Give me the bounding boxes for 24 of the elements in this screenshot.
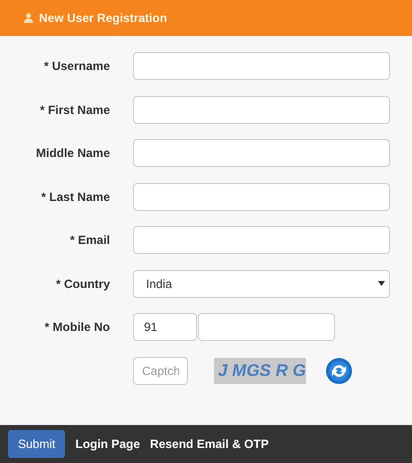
refresh-icon[interactable] <box>326 358 352 384</box>
captcha-image: J MGS R G <box>214 358 306 384</box>
footer-link[interactable]: Resend Email & OTP <box>150 437 269 451</box>
submit-button[interactable]: Submit <box>8 430 66 458</box>
footer-link[interactable]: Login Page <box>75 437 140 451</box>
input-field[interactable] <box>133 139 390 167</box>
captcha-field[interactable]: Captch <box>133 356 188 384</box>
field-label: * Mobile No <box>44 320 110 334</box>
input-field[interactable] <box>133 182 390 210</box>
caret-icon <box>378 281 385 286</box>
user-icon <box>24 13 33 23</box>
input-field[interactable] <box>133 52 390 80</box>
field-label: * Email <box>68 233 110 247</box>
field-label: Middle Name <box>34 146 110 160</box>
input-field[interactable] <box>133 96 390 124</box>
input-field[interactable] <box>133 226 390 254</box>
field-label: * Username <box>42 59 110 73</box>
field-label: * Last Name <box>40 190 110 204</box>
header-title: New User Registration <box>39 11 168 25</box>
mobile-number-field[interactable] <box>198 313 335 341</box>
field-label: * Country <box>55 276 110 290</box>
field-label: * First Name <box>38 102 110 116</box>
country-code-field[interactable]: 91 <box>133 313 197 341</box>
country-dropdown[interactable]: India <box>133 270 390 298</box>
